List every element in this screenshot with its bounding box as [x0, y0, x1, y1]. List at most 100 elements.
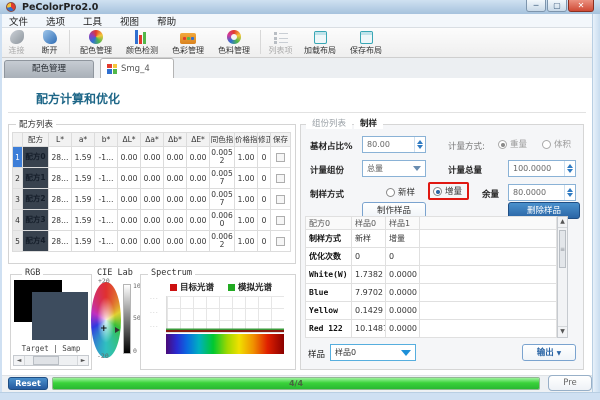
- sample-table-row[interactable]: 优化次数 0 0: [306, 248, 557, 266]
- sample-table-row[interactable]: Blue 7.9702 0.0000: [306, 284, 557, 302]
- cielab-tick-bottom: -20: [97, 352, 109, 360]
- radio-weight: 重量: [498, 138, 527, 150]
- formula-table-header: 配方 L* a* b* ΔL* Δa* Δb* ΔE* 同色指 价格指 修正次 …: [13, 133, 291, 147]
- rgb-caption: Target | Samp: [11, 344, 91, 353]
- menu-help[interactable]: 帮助: [148, 14, 185, 28]
- sample-table-row[interactable]: Red 122 10.1487 0.0000: [306, 320, 557, 338]
- app-icon: [6, 2, 16, 12]
- menu-file[interactable]: 文件: [0, 14, 37, 28]
- spin-up-icon[interactable]: [567, 188, 573, 192]
- color-wheel-icon: [89, 30, 103, 44]
- spectrum-ytick: ···: [150, 310, 159, 317]
- tab-component-list[interactable]: 组份列表: [306, 117, 352, 129]
- save-checkbox[interactable]: [276, 153, 285, 162]
- spin-up-icon[interactable]: [417, 140, 423, 144]
- scroll-left-icon[interactable]: ◄: [14, 356, 25, 365]
- menu-options[interactable]: 选项: [37, 14, 74, 28]
- scrollbar-thumb[interactable]: [33, 356, 59, 365]
- tab-smg4[interactable]: Smg_4: [100, 58, 174, 78]
- close-button[interactable]: ✕: [568, 0, 594, 12]
- menu-view[interactable]: 视图: [111, 14, 148, 28]
- tab-color-match[interactable]: 配色管理: [4, 60, 94, 78]
- spectrum-panel-title: Spectrum: [148, 268, 195, 278]
- color-match-manage-button[interactable]: 配色管理: [73, 28, 119, 56]
- sample-table-row[interactable]: 制样方式 新样 增量: [306, 230, 557, 248]
- pre-button[interactable]: Pre: [548, 375, 592, 391]
- sample-select-label: 样品: [308, 348, 325, 360]
- sample-table-row[interactable]: White(W) 1.7382 0.0000: [306, 266, 557, 284]
- minimize-button[interactable]: ─: [526, 0, 546, 12]
- remain-spinner[interactable]: 80.0000: [508, 184, 576, 201]
- radio-new-sample-icon: [386, 188, 395, 197]
- formula-row[interactable]: 1 配方0 28… 1.59 -1… 0.00 0.00 0.00 0.00 0…: [13, 147, 291, 168]
- color-detect-button[interactable]: 颜色检测: [119, 28, 165, 56]
- menu-tools[interactable]: 工具: [74, 14, 111, 28]
- save-checkbox[interactable]: [276, 216, 285, 225]
- load-layout-icon: [314, 31, 327, 44]
- disconnect-icon: [43, 30, 57, 44]
- window-border-right: [592, 14, 600, 400]
- save-checkbox[interactable]: [276, 237, 285, 246]
- sample-dropdown[interactable]: 样品0: [330, 344, 416, 361]
- radio-volume-icon: [542, 140, 551, 149]
- cielab-crosshair: +: [100, 324, 108, 334]
- base-ratio-spinner[interactable]: 80.00: [362, 136, 426, 153]
- radio-volume: 体积: [542, 138, 571, 150]
- maximize-button[interactable]: ▢: [547, 0, 567, 12]
- window-border-bottom: [0, 392, 600, 400]
- spin-up-icon[interactable]: [567, 164, 573, 168]
- col-sample0: 样品0: [352, 217, 386, 230]
- component-label: 计量组份: [310, 164, 344, 176]
- formula-row[interactable]: 5 配方4 28… 1.59 -1… 0.00 0.00 0.00 0.00 0…: [13, 231, 291, 252]
- spectrum-curve: [166, 330, 284, 332]
- disconnect-button[interactable]: 断开: [33, 28, 66, 56]
- scroll-right-icon[interactable]: ►: [77, 356, 88, 365]
- radio-new-sample[interactable]: 新样: [386, 186, 415, 198]
- col-corrections: 修正次: [258, 133, 271, 147]
- radio-increment[interactable]: 增量: [433, 185, 462, 197]
- scrollbar-thumb[interactable]: ≡: [559, 230, 566, 268]
- lightness-bar: [123, 284, 131, 354]
- formula-row[interactable]: 3 配方2 28… 1.59 -1… 0.00 0.00 0.00 0.00 0…: [13, 189, 291, 210]
- col-save: 保存: [271, 133, 291, 147]
- list-icon: [274, 32, 288, 44]
- output-button[interactable]: 输出 ▼: [522, 344, 576, 361]
- scroll-down-icon[interactable]: ▼: [558, 326, 567, 337]
- reset-button[interactable]: Reset: [8, 377, 48, 390]
- color-manage-button[interactable]: 色彩管理: [165, 28, 211, 56]
- rgb-scrollbar[interactable]: ◄ ►: [13, 355, 89, 366]
- total-amount-spinner[interactable]: 100.0000: [508, 160, 576, 177]
- page-title: 配方计算和优化: [36, 90, 120, 107]
- scroll-up-icon[interactable]: ▲: [558, 217, 567, 228]
- save-checkbox[interactable]: [276, 174, 285, 183]
- spin-down-icon[interactable]: [567, 193, 573, 197]
- col-L: L*: [49, 133, 72, 147]
- formula-row[interactable]: 2 配方1 28… 1.59 -1… 0.00 0.00 0.00 0.00 0…: [13, 168, 291, 189]
- save-checkbox[interactable]: [276, 195, 285, 204]
- spin-down-icon[interactable]: [417, 145, 423, 149]
- spectrum-legend: 目标光谱 模拟光谱: [170, 281, 272, 293]
- spin-down-icon[interactable]: [567, 169, 573, 173]
- save-layout-button[interactable]: 保存布局: [343, 28, 389, 56]
- window-border-left: [0, 14, 2, 400]
- app-window: PeColorPro2.0 ─ ▢ ✕ 文件 选项 工具 视图 帮助 连接 断开…: [0, 0, 600, 400]
- spectrum-ytick: ···: [150, 324, 159, 331]
- list-items-button: 列表项: [264, 28, 297, 56]
- sample-table-scrollbar[interactable]: ▲ ≡ ▼: [557, 216, 568, 338]
- component-dropdown[interactable]: 总量: [362, 160, 426, 177]
- chevron-down-icon: [401, 350, 411, 356]
- formula-row[interactable]: 4 配方3 28… 1.59 -1… 0.00 0.00 0.00 0.00 0…: [13, 210, 291, 231]
- col-price: 价格指: [235, 133, 258, 147]
- window-controls: ─ ▢ ✕: [525, 0, 594, 12]
- load-layout-button[interactable]: 加载布局: [297, 28, 343, 56]
- cielab-gamut-wheel: [91, 282, 121, 358]
- lightness-marker: [115, 327, 120, 333]
- pigment-manage-button[interactable]: 色料管理: [211, 28, 257, 56]
- sample-table-header: 配方0 样品0 样品1: [306, 217, 557, 230]
- simulated-legend-swatch: [228, 284, 235, 291]
- sample-table-row[interactable]: Yellow 0.1429 0.0000: [306, 302, 557, 320]
- tab-make-sample[interactable]: 制样: [354, 117, 383, 129]
- color-folder-icon: [180, 33, 196, 44]
- progress-bar: 4/4: [52, 377, 540, 390]
- formula-list-label: 配方列表: [16, 118, 56, 130]
